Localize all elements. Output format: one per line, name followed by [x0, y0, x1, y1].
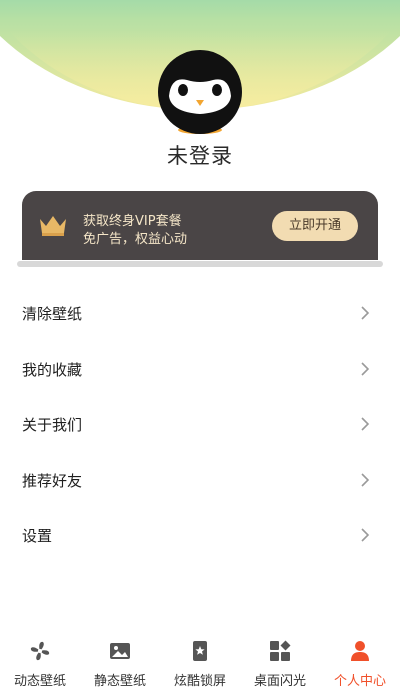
chevron-right-icon	[361, 528, 370, 542]
menu-item-about[interactable]: 关于我们	[0, 396, 400, 452]
crown-icon	[40, 216, 66, 236]
menu-item-label: 设置	[22, 527, 53, 545]
person-icon	[351, 641, 369, 661]
tab-static-wallpaper[interactable]: 静态壁纸	[80, 632, 160, 695]
tab-personal-center[interactable]: 个人中心	[320, 632, 400, 695]
tab-live-wallpaper[interactable]: 动态壁纸	[0, 632, 80, 695]
chevron-right-icon	[361, 472, 370, 487]
menu-item-label: 关于我们	[22, 416, 83, 434]
chevron-right-icon	[361, 306, 370, 320]
avatar[interactable]	[157, 50, 243, 136]
menu-item-recommend-friends[interactable]: 推荐好友	[0, 452, 400, 508]
menu-item-label: 我的收藏	[22, 360, 83, 379]
bottom-tab-bar: 动态壁纸 静态壁纸 炫酷锁屏 桌面闪光 个人中心	[0, 632, 400, 695]
vip-title: 获取终身VIP套餐	[83, 214, 182, 229]
activate-vip-button[interactable]: 立即开通	[272, 211, 358, 241]
lock-screen-icon	[193, 641, 207, 661]
menu-item-label: 清除壁纸	[22, 305, 83, 323]
fan-icon	[30, 641, 50, 661]
vip-subtitle: 免广告，权益心动	[83, 232, 188, 247]
tab-label: 桌面闪光	[253, 674, 306, 689]
tab-label: 动态壁纸	[13, 674, 66, 689]
menu-item-settings[interactable]: 设置	[0, 507, 400, 563]
chevron-right-icon	[361, 361, 370, 376]
chevron-right-icon	[361, 417, 370, 431]
tab-label: 炫酷锁屏	[173, 674, 226, 689]
settings-menu: 清除壁纸 我的收藏 关于我们 推荐好友 设置	[0, 285, 400, 563]
vip-card-base	[17, 261, 383, 267]
image-icon	[110, 643, 130, 659]
tab-label: 个人中心	[333, 674, 386, 689]
menu-item-favorites[interactable]: 我的收藏	[0, 341, 400, 397]
vip-card[interactable]: 获取终身VIP套餐 免广告，权益心动 立即开通	[22, 191, 378, 260]
menu-item-label: 推荐好友	[22, 471, 83, 490]
tab-cool-lockscreen[interactable]: 炫酷锁屏	[160, 632, 240, 695]
username[interactable]: 未登录	[0, 140, 400, 170]
tab-label: 静态壁纸	[93, 674, 146, 689]
widgets-icon	[270, 640, 291, 661]
menu-item-clear-wallpaper[interactable]: 清除壁纸	[0, 285, 400, 341]
tab-desktop-flash[interactable]: 桌面闪光	[240, 632, 320, 695]
